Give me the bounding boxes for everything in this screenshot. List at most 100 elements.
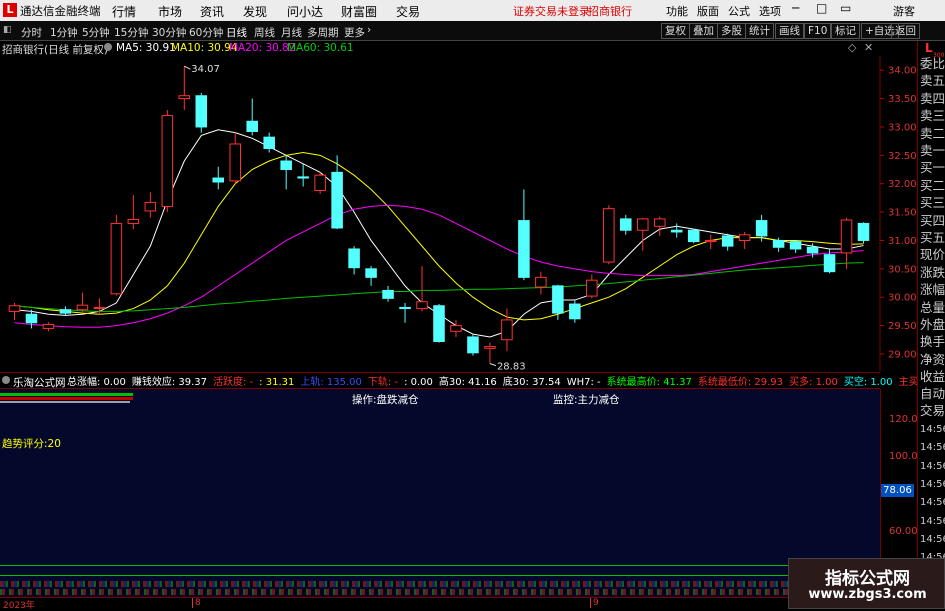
menu-trade[interactable]: 交易 <box>396 3 420 20</box>
indicator-field: 买多: 1.00 <box>789 377 838 388</box>
auto-trade-label[interactable]: 自动 <box>920 385 945 402</box>
trade-time: 14:56 <box>920 478 945 490</box>
period-more[interactable]: 更多 <box>344 25 365 40</box>
ind-y-tick-60: 60.00 <box>889 526 918 537</box>
btn-overlay[interactable]: 叠加 <box>689 23 718 39</box>
kline-chart[interactable]: 34.00 33.50 33.00 32.50 32.00 31.50 31.00 30.50… <box>0 56 945 373</box>
auto-trade-label[interactable]: 交易 <box>920 402 945 419</box>
btn-mark[interactable]: 标记 <box>831 23 860 39</box>
candle-body-down <box>263 136 275 150</box>
menu-market-list[interactable]: 市场 <box>158 3 182 20</box>
menu-layout[interactable]: 版面 <box>697 3 719 19</box>
y-tick-label: 30.50 <box>888 264 917 275</box>
minimize-icon[interactable]: ─ <box>792 1 799 15</box>
menu-wealth[interactable]: 财富圈 <box>341 3 377 20</box>
btn-draw[interactable]: 画线 <box>775 23 804 39</box>
quote-row-label: 卖四 <box>920 90 945 106</box>
trend-score-label: 趋势评分:20 <box>2 438 61 450</box>
maximize-icon[interactable]: ▭ <box>840 1 851 15</box>
user-label[interactable]: 游客 <box>893 3 915 19</box>
period-1min[interactable]: 1分钟 <box>50 25 78 40</box>
menu-ask[interactable]: 问小达 <box>287 3 323 20</box>
y-tick-label: 32.00 <box>888 179 917 190</box>
quote-row-label: 委比 <box>920 56 945 71</box>
indicator-field: WH7: - <box>566 377 601 388</box>
indicator-settings-icon[interactable] <box>104 43 112 51</box>
level-indicator[interactable]: L <box>925 41 933 55</box>
period-15min[interactable]: 15分钟 <box>114 25 148 40</box>
quote-row-label: 涨跌 <box>920 264 945 280</box>
indicator-fields: 总涨幅: 0.00 赚钱效应: 39.37 活跃度: -: 31.31 上轨: 135… <box>67 373 945 389</box>
annotation-arrow <box>489 363 497 367</box>
monitor-label: 监控:主力减仓 <box>553 394 620 406</box>
candle-body-up <box>42 323 55 329</box>
period-5min[interactable]: 5分钟 <box>82 25 110 40</box>
btn-stats[interactable]: 统计 <box>745 23 774 39</box>
indicator-field: : 0.00 <box>404 377 433 388</box>
period-weekly[interactable]: 周线 <box>254 25 275 40</box>
candle-body-down <box>246 120 258 132</box>
candle-body-down <box>467 336 479 354</box>
candle-body-up <box>501 319 513 341</box>
menu-market[interactable]: 行情 <box>112 3 136 20</box>
date-month-8: 8 <box>192 598 201 608</box>
candle-body-up <box>738 234 751 241</box>
quote-row-label: 外盘 <box>920 317 945 332</box>
btn-multi-stock[interactable]: 多股 <box>717 23 746 39</box>
indicator-field: 活跃度: - <box>213 377 254 388</box>
more-arrow-icon[interactable]: › <box>367 24 371 36</box>
period-multi[interactable]: 多周期 <box>307 25 339 40</box>
candle-body-down <box>195 95 208 128</box>
candle-body-up <box>127 218 140 224</box>
menu-news[interactable]: 资讯 <box>200 3 224 20</box>
quote-row-label: 卖五 <box>920 73 945 89</box>
date-month-9: 9 <box>590 598 599 608</box>
quote-row-label: 涨幅 <box>920 282 945 298</box>
restore-icon[interactable]: □ <box>816 1 827 15</box>
y-tick-label: 29.00 <box>888 349 917 360</box>
login-status[interactable]: 证券交易未登录 <box>513 3 590 19</box>
candle-body-down <box>59 309 72 314</box>
quote-row-label: 买三 <box>920 195 945 211</box>
menu-options[interactable]: 选项 <box>759 3 781 19</box>
period-30min[interactable]: 30分钟 <box>152 25 186 40</box>
candle-body-down <box>569 303 581 320</box>
btn-adjust[interactable]: 复权 <box>661 23 690 39</box>
quote-row-label: 买二 <box>920 177 945 193</box>
indicator-field: 系统最低价: 29.93 <box>697 377 784 388</box>
indicator-field: : 31.31 <box>259 377 295 388</box>
period-monthly[interactable]: 月线 <box>281 25 302 40</box>
indicator-name[interactable]: 乐淘公式网 <box>13 375 66 390</box>
ind-current-value: 78.06 <box>881 484 914 497</box>
menu-formula[interactable]: 公式 <box>728 3 750 19</box>
indicator-panel[interactable]: 操作:盘跌减仓 监控:主力减仓 趋势评分:20 <box>0 389 880 597</box>
candle-body-down <box>280 160 292 171</box>
menu-discover[interactable]: 发现 <box>243 3 267 20</box>
period-60min[interactable]: 60分钟 <box>189 25 223 40</box>
indicator-menu-icon[interactable] <box>2 376 10 384</box>
candle-body-down <box>670 229 683 233</box>
quote-row-label: 卖二 <box>920 125 945 141</box>
app-name: 通达信金融终端 <box>20 4 101 18</box>
ma60-value: MA60: 30.61 <box>287 42 354 54</box>
signal-strip-lower <box>0 589 880 595</box>
period-intraday[interactable]: 分时 <box>21 25 42 40</box>
trade-time: 14:56 <box>920 515 945 527</box>
grey-strip <box>0 401 130 403</box>
quote-row-label: 现价 <box>920 247 945 263</box>
menu-function[interactable]: 功能 <box>666 3 688 19</box>
btn-f10[interactable]: F10 <box>804 23 832 39</box>
diamond-icon[interactable]: ◇ <box>848 41 856 54</box>
close-chart-icon[interactable]: ✕ <box>864 41 873 54</box>
indicator-field: 高30: 41.16 <box>438 377 497 388</box>
annotation-arrow <box>184 65 191 70</box>
chart-type-icon[interactable]: ◧ <box>3 25 12 35</box>
operation-label: 操作:盘跌减仓 <box>352 394 419 406</box>
period-daily[interactable]: 日线 <box>226 25 247 40</box>
btn-back[interactable]: 返回 <box>891 23 920 39</box>
trade-time: 14:56 <box>920 497 945 509</box>
candle-body-down <box>212 177 225 183</box>
ma5-value: MA5: 30.91 <box>116 42 176 54</box>
candle-body-up <box>450 325 462 332</box>
candle-body-down <box>857 222 870 241</box>
